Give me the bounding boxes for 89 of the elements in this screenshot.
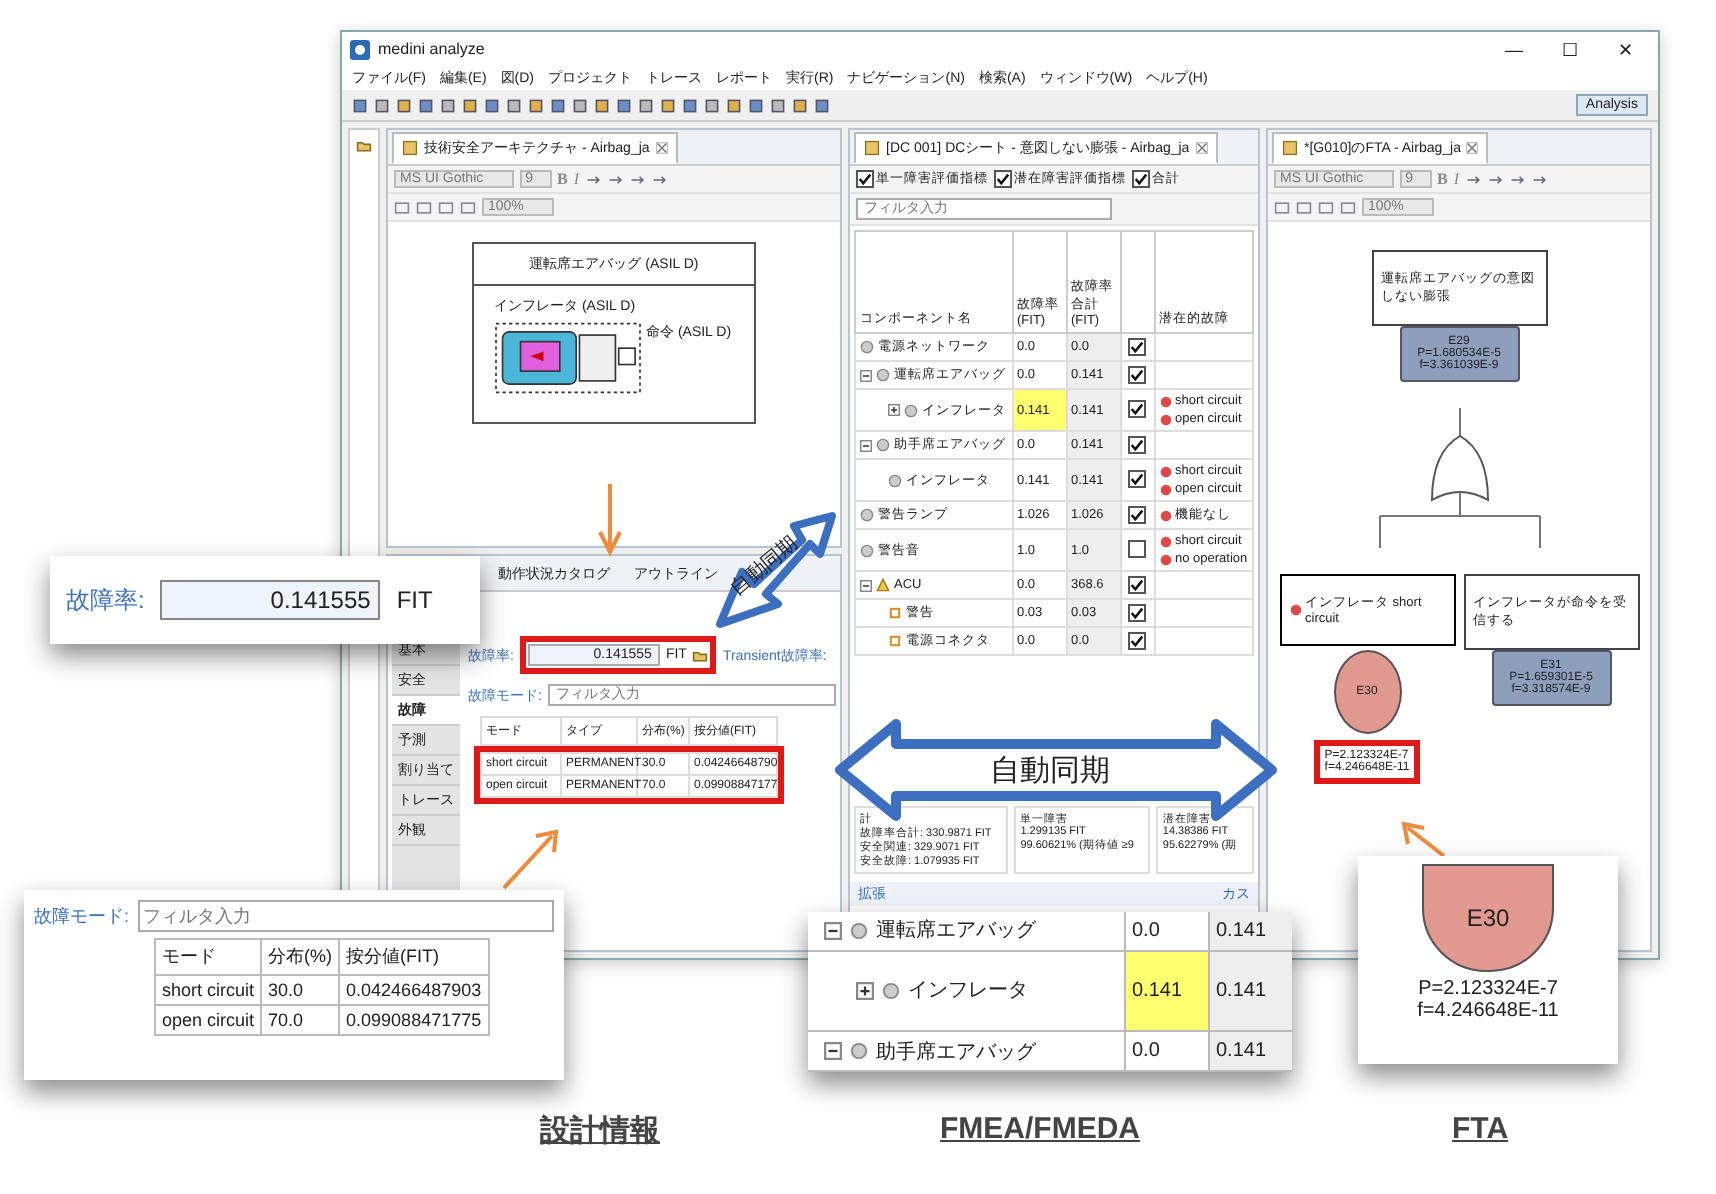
checkbox[interactable] [1128,337,1147,355]
column-header: 按分値(FIT) [339,939,489,975]
checkbox[interactable] [1128,470,1147,488]
collapse-icon[interactable] [860,439,872,451]
table-cell: 70.0 [261,1005,340,1035]
table-cell: short circuit [155,975,262,1005]
format-icon[interactable] [629,171,646,187]
failure-dot-icon [1159,483,1172,495]
maximize-button[interactable]: ☐ [1546,39,1594,59]
format-icon[interactable] [651,171,668,187]
component-icon [876,438,890,452]
close-icon[interactable] [1195,142,1208,154]
component-icon [882,981,900,1000]
checkbox[interactable] [1128,539,1147,557]
checkbox[interactable] [1128,365,1147,383]
component-cell: インフレータ [808,951,1124,1031]
component-cell: 助手席エアバッグ [808,1032,1124,1070]
section-caption: FTA [1452,1112,1509,1146]
expand-icon [856,981,874,1000]
section-caption: FMEA/FMEDA [940,1112,1140,1146]
close-icon[interactable] [655,142,668,154]
checkbox[interactable] [1128,631,1147,649]
format-icon[interactable] [1487,171,1504,187]
table-cell: 30.0 [261,975,340,1005]
expand-icon[interactable] [888,404,900,416]
filter-field[interactable]: フィルタ入力 [137,900,554,932]
failure-dot-icon [1159,465,1172,477]
table-cell: 0.099088471775 [339,1005,489,1035]
failure-modes-label: 故障モード: [34,903,130,929]
minimize-button[interactable]: — [1490,39,1538,59]
collapse-icon [824,921,842,940]
close-button[interactable]: ✕ [1602,39,1650,59]
failure-dot-icon [1159,553,1172,565]
collapse-icon [824,1042,842,1061]
rate-cell: 0.141 [1124,951,1208,1031]
unit-icon [876,578,890,592]
pointer-arrow [598,482,622,557]
component-icon [888,473,902,487]
component-icon [860,508,874,522]
folder-icon[interactable] [692,647,709,663]
format-icon[interactable] [1509,171,1526,187]
format-icon[interactable] [607,171,624,187]
collapse-icon[interactable] [860,369,872,381]
checkbox[interactable] [1128,505,1147,523]
close-icon[interactable] [1466,142,1479,154]
checkbox[interactable] [1128,435,1147,453]
failure-dot-icon [1289,604,1301,616]
checkbox[interactable] [1128,603,1147,621]
failure-dot-icon [1159,535,1172,547]
failure-rate-field: 0.141555 [160,580,381,620]
total-cell: 0.141 [1208,912,1292,950]
failure-dot-icon [1159,395,1172,407]
column-header: モード [155,939,262,975]
format-icon[interactable] [1531,171,1548,187]
sync-label: 自動同期 [990,752,1110,790]
checkbox[interactable] [1132,170,1150,188]
unit-label: FIT [396,586,433,614]
checkbox[interactable] [1128,400,1147,418]
component-icon [850,1042,868,1061]
format-icon[interactable] [1465,171,1482,187]
total-cell: 0.141 [1208,1032,1292,1070]
pointer-arrow [502,829,559,890]
failure-dot-icon [1159,509,1172,521]
section-caption: 設計情報 [540,1112,660,1150]
table-cell: 0.042466487903 [339,975,489,1005]
failure-rate-label: 故障率: [66,583,145,617]
app-icon [350,39,370,59]
folder-icon[interactable] [356,138,372,154]
table-cell: open circuit [155,1005,262,1035]
checkbox[interactable] [856,170,874,188]
document-icon [402,140,418,156]
probability-text: P=2.123324E-7 f=4.246648E-11 [1417,978,1559,1022]
collapse-icon[interactable] [860,579,872,591]
inflator-drawing[interactable] [494,322,642,394]
component-icon [860,543,874,557]
sync-label: 自動同期 [724,530,804,603]
component-icon [904,403,918,417]
window-title: medini analyze [378,40,485,58]
document-icon [1282,140,1298,156]
format-icon[interactable] [585,171,602,187]
column-header: 分布(%) [261,939,340,975]
total-cell: 0.141 [1208,951,1292,1031]
failure-dot-icon [1159,413,1172,425]
component-cell: 運転席エアバッグ [808,912,1124,950]
document-icon [864,140,880,156]
checkbox[interactable] [994,170,1012,188]
component-icon [850,921,868,940]
checkbox[interactable] [1128,575,1147,593]
pointer-arrow [1401,821,1446,858]
